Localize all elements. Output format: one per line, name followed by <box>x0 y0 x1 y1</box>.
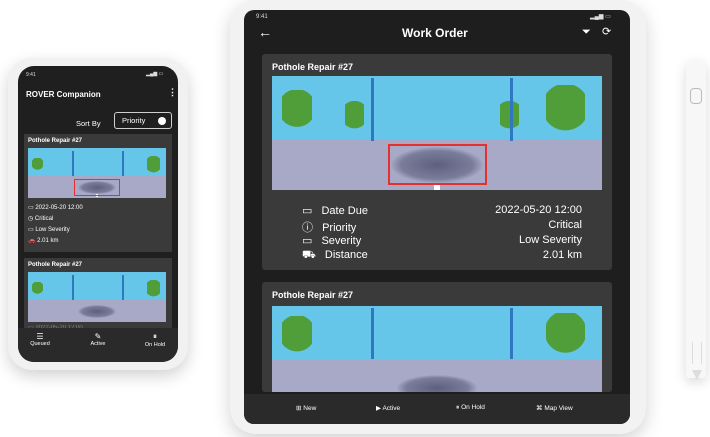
hold-icon: ⏸ <box>153 332 157 341</box>
tablet-status-time: 9:41 <box>256 14 268 20</box>
pencil-band <box>690 88 702 104</box>
severity-row: ▭ Low Severity <box>28 227 70 233</box>
pothole-image <box>272 76 602 190</box>
priority-row: ⓘ Priority Critical <box>302 219 582 235</box>
card-title: Pothole Repair #27 <box>28 262 83 268</box>
sort-by-value: Priority <box>122 116 146 125</box>
nav-active[interactable]: ✎ Active <box>80 332 116 347</box>
work-order-card[interactable]: Pothole Repair #27 ▭ Date Due 2022-05-20… <box>262 54 612 270</box>
play-icon: ▶ <box>376 405 381 412</box>
phone-status-icons: ▂▄▆ ▭ <box>146 71 164 77</box>
nav-map-view[interactable]: ⌘ Map View <box>536 404 573 412</box>
date-due-label: Date Due <box>321 205 368 217</box>
sort-by-select[interactable]: Priority <box>114 112 172 129</box>
distance-label: Distance <box>324 249 368 261</box>
nav-on-hold-label: On Hold <box>461 404 485 411</box>
date-row: ▭ 2022-05-20 12:00 <box>28 205 83 211</box>
nav-on-hold[interactable]: ⏸ On Hold <box>456 404 485 412</box>
pothole-image <box>28 148 166 198</box>
map-icon: ⌘ <box>536 405 543 412</box>
back-arrow-icon[interactable]: ← <box>258 24 272 40</box>
card-title: Pothole Repair #27 <box>272 290 354 300</box>
page-title: Work Order <box>402 26 468 40</box>
wrench-icon: ✎ <box>94 332 102 341</box>
tablet-status-icons: ▂▄▆ ▭ <box>590 14 611 20</box>
bottom-nav: ☰ Queued ✎ Active ⏸ On Hold <box>18 328 178 362</box>
severity-label: Severity <box>321 235 362 247</box>
nav-new-label: New <box>303 405 317 412</box>
work-order-card[interactable]: Pothole Repair #27 ▭ 2022-05-20 12:00 <box>24 258 172 334</box>
date-due-value: 2022-05-20 12:00 <box>495 204 582 216</box>
nav-map-view-label: Map View <box>544 405 573 412</box>
queue-icon: ☰ <box>36 332 44 341</box>
date-value: 2022-05-20 12:00 <box>35 205 83 211</box>
distance-row: 🚗 2.01 km <box>28 238 59 244</box>
app-title: ROVER Companion <box>26 90 101 99</box>
card-title: Pothole Repair #27 <box>272 62 354 72</box>
pothole-detection-box <box>73 179 121 196</box>
sort-by-label: Sort By <box>76 119 101 128</box>
severity-row: ▭ Severity Low Severity <box>302 234 582 247</box>
priority-value: Critical <box>34 216 54 222</box>
severity-value: Low Severity <box>35 227 70 233</box>
pencil-cap <box>692 342 702 364</box>
phone-status-time: 9:41 <box>26 72 36 78</box>
new-icon: ⊞ <box>296 405 302 412</box>
chevron-down-icon <box>158 117 166 125</box>
nav-active-label: Active <box>382 405 401 412</box>
priority-icon: ⓘ <box>302 222 313 234</box>
pothole-image <box>28 272 166 322</box>
calendar-icon: ▭ <box>302 205 313 217</box>
stylus-pencil <box>686 60 706 378</box>
nav-queued-label: Queued <box>30 341 50 347</box>
bottom-nav: ⊞ New ▶ Active ⏸ On Hold ⌘ Map View <box>244 394 630 424</box>
filter-icon[interactable]: ⏷ <box>582 26 591 39</box>
nav-queued[interactable]: ☰ Queued <box>22 332 58 347</box>
tablet-screen: 9:41 ▂▄▆ ▭ ← Work Order ⏷ ⟳ Pothole Repa… <box>244 10 630 424</box>
nav-on-hold[interactable]: ⏸ On Hold <box>136 332 174 348</box>
kebab-menu-icon[interactable]: ⋮ <box>168 87 177 98</box>
pothole-detection-box <box>387 144 487 186</box>
nav-new[interactable]: ⊞ New <box>296 404 316 412</box>
priority-label: Priority <box>322 222 357 234</box>
distance-row: ⛟ Distance 2.01 km <box>302 249 582 263</box>
severity-icon: ▭ <box>302 235 313 247</box>
hold-icon: ⏸ <box>456 404 460 411</box>
nav-active-label: Active <box>90 341 106 347</box>
severity-value: Low Severity <box>519 234 582 246</box>
distance-value: 2.01 km <box>542 249 582 261</box>
distance-value: 2.01 km <box>37 238 59 244</box>
pothole-image <box>272 306 602 392</box>
date-due-row: ▭ Date Due 2022-05-20 12:00 <box>302 204 582 217</box>
card-title: Pothole Repair #27 <box>28 138 83 144</box>
nav-on-hold-label: On Hold <box>144 342 166 348</box>
refresh-icon[interactable]: ⟳ <box>602 25 611 38</box>
work-order-card[interactable]: Pothole Repair #27 <box>262 282 612 392</box>
priority-value: Critical <box>548 219 582 231</box>
car-icon: ⛟ <box>302 249 316 261</box>
pencil-tip <box>692 370 702 380</box>
work-order-card[interactable]: Pothole Repair #27 ▭ 2022-05-20 12:00 ◷ … <box>24 134 172 252</box>
nav-active[interactable]: ▶ Active <box>376 404 400 412</box>
priority-row: ◷ Critical <box>28 216 54 222</box>
phone-screen: 9:41 ▂▄▆ ▭ ROVER Companion ⋮ Sort By Pri… <box>18 66 178 362</box>
